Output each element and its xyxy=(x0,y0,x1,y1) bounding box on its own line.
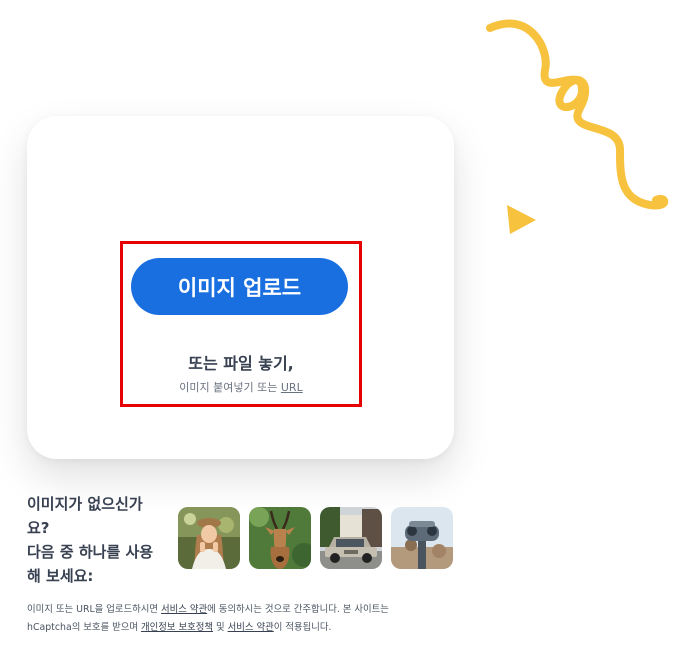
legal-text: 이 적용됩니다. xyxy=(273,622,332,633)
sample-prompt: 이미지가 없으신가 요? 다음 중 하나를 사용 해 보세요: xyxy=(27,492,177,588)
sample-prompt-line: 이미지가 없으신가 xyxy=(27,495,143,513)
legal-text: hCaptcha의 보호를 받으며 xyxy=(27,622,142,633)
legal-text: 에 동의하시는 것으로 간주합니다. 본 사이트는 xyxy=(207,604,389,615)
upload-image-button[interactable]: 이미지 업로드 xyxy=(131,258,348,315)
terms-of-service-link[interactable]: 서비스 약관 xyxy=(228,622,274,633)
sample-image-woman[interactable] xyxy=(178,507,240,569)
sample-prompt-line: 다음 중 하나를 사용 xyxy=(27,543,154,561)
privacy-policy-link[interactable]: 개인정보 보호정책 xyxy=(141,622,213,633)
terms-of-service-link[interactable]: 서비스 약관 xyxy=(161,604,207,615)
legal-notice: 이미지 또는 URL을 업로드하시면 서비스 약관에 동의하시는 것으로 간주합… xyxy=(27,601,467,637)
paste-image-text: 이미지 붙여넣기 또는 xyxy=(179,381,281,394)
url-link[interactable]: URL xyxy=(281,381,303,394)
sample-image-binoculars[interactable] xyxy=(391,507,453,569)
sample-prompt-line: 요? xyxy=(27,519,50,537)
legal-text: 및 xyxy=(213,622,228,633)
drop-file-subtitle: 이미지 붙여넣기 또는 URL xyxy=(120,379,362,395)
legal-text: 이미지 또는 URL을 업로드하시면 xyxy=(27,604,162,615)
drop-file-title: 또는 파일 놓기, xyxy=(188,354,294,373)
sample-image-car[interactable] xyxy=(320,507,382,569)
sample-prompt-line: 해 보세요: xyxy=(27,567,94,585)
play-triangle-decoration xyxy=(507,205,536,234)
sample-image-antelope[interactable] xyxy=(249,507,311,569)
squiggle-decoration xyxy=(486,19,669,210)
